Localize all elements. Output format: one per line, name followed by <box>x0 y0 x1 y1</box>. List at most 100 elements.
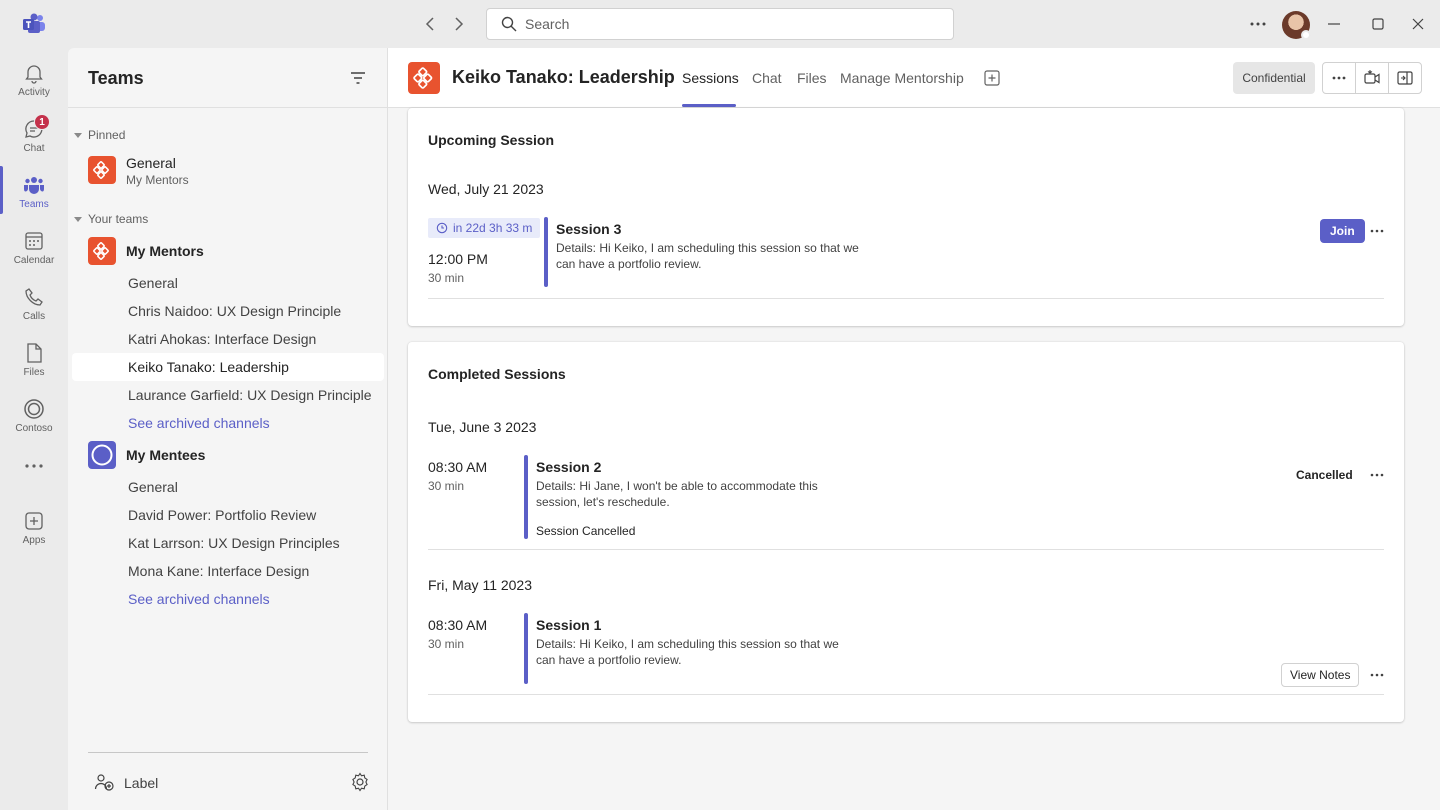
more-icon[interactable] <box>1246 12 1270 36</box>
add-tab-icon[interactable] <box>984 70 1000 86</box>
pinned-channel-general[interactable]: General My Mentors <box>72 150 384 194</box>
rail-item-apps[interactable]: Apps <box>0 502 68 554</box>
close-icon[interactable] <box>1406 12 1430 36</box>
team-logo-icon <box>88 441 116 469</box>
session-more-icon[interactable] <box>1367 465 1387 485</box>
channel-item-active[interactable]: Keiko Tanako: Leadership <box>72 353 384 381</box>
section-your-teams[interactable]: Your teams <box>74 212 148 226</box>
tab-files[interactable]: Files <box>797 70 827 86</box>
user-avatar[interactable] <box>1282 11 1311 40</box>
section-label: Pinned <box>88 128 126 142</box>
bell-icon <box>25 65 43 84</box>
see-archived-channels-link[interactable]: See archived channels <box>72 585 384 613</box>
more-options-button[interactable] <box>1323 63 1356 93</box>
team-logo-icon <box>408 62 440 94</box>
add-people-icon[interactable] <box>94 772 114 792</box>
rail-item-files[interactable]: Files <box>0 334 68 386</box>
session-duration: 30 min <box>428 271 465 285</box>
minimize-icon[interactable] <box>1322 12 1346 36</box>
team-logo-icon <box>88 156 116 184</box>
session-more-icon[interactable] <box>1367 665 1387 685</box>
collapse-caret-icon <box>74 132 82 138</box>
session-accent-bar <box>524 455 528 539</box>
section-label: Your teams <box>88 212 149 226</box>
main-content: Keiko Tanako: Leadership Sessions Chat F… <box>388 48 1440 810</box>
panel-title: Teams <box>88 68 144 88</box>
filter-icon[interactable] <box>348 68 368 88</box>
contoso-icon <box>24 399 44 419</box>
row-divider <box>428 694 1384 695</box>
rail-item-calendar[interactable]: Calendar <box>0 222 68 274</box>
presence-status-icon <box>1301 30 1311 40</box>
open-panel-button[interactable] <box>1389 63 1421 93</box>
tab-manage-mentorship[interactable]: Manage Mentorship <box>840 70 964 86</box>
session-details: Details: Hi Jane, I won't be able to acc… <box>536 479 818 509</box>
panel-divider <box>88 752 368 753</box>
session-title: Session 2 <box>536 459 602 475</box>
session-accent-bar <box>524 613 528 684</box>
rail-item-calls[interactable]: Calls <box>0 278 68 330</box>
view-notes-button[interactable]: View Notes <box>1281 663 1360 687</box>
add-app-icon <box>25 512 43 530</box>
rail-item-more[interactable] <box>0 456 68 508</box>
gear-icon[interactable] <box>350 772 370 792</box>
rail-item-activity[interactable]: Activity <box>0 54 68 106</box>
rail-item-label: Calls <box>22 311 46 322</box>
channel-title: Keiko Tanako: Leadership <box>452 67 675 87</box>
footer-label[interactable]: Label <box>124 775 158 791</box>
row-divider <box>428 298 1384 299</box>
search-icon <box>501 16 517 32</box>
session-details: Details: Hi Keiko, I am scheduling this … <box>536 637 839 667</box>
session-accent-bar <box>544 217 548 287</box>
app-rail: Activity Chat 1 Teams Calendar Calls Fil… <box>0 48 68 810</box>
meet-button[interactable] <box>1356 63 1389 93</box>
channel-item[interactable]: Mona Kane: Interface Design <box>72 557 384 585</box>
see-archived-channels-link[interactable]: See archived channels <box>72 409 384 437</box>
side-panel-icon <box>1397 71 1413 85</box>
more-icon <box>25 464 43 468</box>
rail-item-chat[interactable]: Chat 1 <box>0 110 68 162</box>
card-title: Upcoming Session <box>428 132 555 148</box>
title-bar <box>0 0 1440 48</box>
session-date: Wed, July 21 2023 <box>428 181 544 197</box>
rail-item-label: Apps <box>22 535 46 546</box>
rail-item-label: Chat <box>23 143 45 154</box>
rail-item-contoso[interactable]: Contoso <box>0 390 68 442</box>
active-tab-indicator <box>682 104 736 107</box>
back-arrow-icon[interactable] <box>419 13 441 35</box>
channel-item[interactable]: Katri Ahokas: Interface Design <box>72 325 384 353</box>
session-duration: 30 min <box>428 637 465 651</box>
rail-item-label: Activity <box>18 87 50 98</box>
session-duration: 30 min <box>428 479 465 493</box>
channel-item[interactable]: General <box>72 473 384 501</box>
teams-panel: Teams Pinned General My Mentors Your tea… <box>68 48 388 810</box>
section-pinned[interactable]: Pinned <box>74 128 125 142</box>
team-name-my-mentees[interactable]: My Mentees <box>126 447 205 463</box>
panel-header: Teams <box>68 48 388 108</box>
countdown-text: in 22d 3h 33 m <box>453 221 533 235</box>
completed-sessions-card: Completed Sessions Tue, June 3 2023 08:3… <box>408 342 1404 722</box>
channel-item[interactable]: General <box>72 269 384 297</box>
upcoming-session-card: Upcoming Session Wed, July 21 2023 in 22… <box>408 108 1404 326</box>
row-divider <box>428 549 1384 550</box>
forward-arrow-icon[interactable] <box>448 13 470 35</box>
tab-sessions[interactable]: Sessions <box>682 70 739 86</box>
tab-chat[interactable]: Chat <box>752 70 782 86</box>
sensitivity-label-button[interactable]: Confidential <box>1233 62 1315 94</box>
channel-item[interactable]: Chris Naidoo: UX Design Principle <box>72 297 384 325</box>
header-actions <box>1322 62 1422 94</box>
teams-icon <box>23 177 45 194</box>
join-button[interactable]: Join <box>1320 219 1365 243</box>
team-name-my-mentors[interactable]: My Mentors <box>126 243 204 259</box>
search-input[interactable] <box>525 16 925 32</box>
channel-item[interactable]: Kat Larrson: UX Design Principles <box>72 529 384 557</box>
session-more-icon[interactable] <box>1367 221 1387 241</box>
channel-item[interactable]: David Power: Portfolio Review <box>72 501 384 529</box>
session-note: Session Cancelled <box>536 524 636 538</box>
maximize-icon[interactable] <box>1366 12 1390 36</box>
channel-item[interactable]: Laurance Garfield: UX Design Principle <box>72 381 384 409</box>
rail-item-teams[interactable]: Teams <box>0 166 68 218</box>
unread-badge: 1 <box>34 114 50 130</box>
search-box[interactable] <box>486 8 954 40</box>
channel-header: Keiko Tanako: Leadership Sessions Chat F… <box>388 48 1440 108</box>
